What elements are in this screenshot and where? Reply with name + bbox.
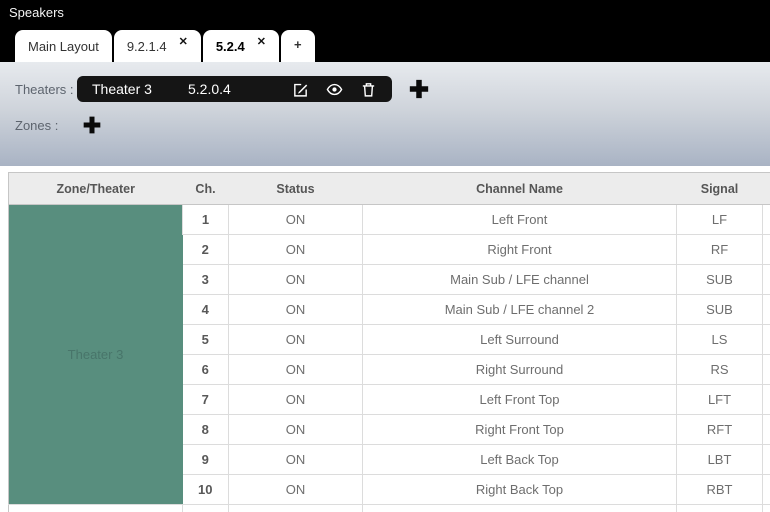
- eye-icon[interactable]: [326, 81, 343, 98]
- channels-table-area: Zone/Theater Ch. Status Channel Name Sig…: [8, 172, 770, 512]
- channel-number-cell: 6: [182, 354, 229, 385]
- channel-name-cell: Main Sub / LFE channel: [362, 264, 677, 295]
- signal-cell: SUB: [676, 294, 763, 325]
- channel-name-cell: Left Front Top: [362, 384, 677, 415]
- channel-name-cell: Main Sub / LFE channel 2: [362, 294, 677, 325]
- theaters-label: Theaters :: [15, 81, 74, 97]
- status-cell[interactable]: ON: [228, 384, 363, 415]
- status-cell[interactable]: ON: [228, 324, 363, 355]
- status-cell[interactable]: ON: [228, 264, 363, 295]
- signal-cell: RBT: [676, 474, 763, 505]
- channel-name-cell: Right Front: [362, 234, 677, 265]
- status-cell[interactable]: ON: [228, 414, 363, 445]
- channel-number-cell: 4: [182, 294, 229, 325]
- theaters-row: Theaters : Theater 3 5.2.0.4: [15, 76, 770, 102]
- signal-cell: SUB: [676, 264, 763, 295]
- cutoff-cell: [762, 234, 770, 265]
- add-theater-button[interactable]: [408, 78, 430, 100]
- zones-label: Zones :: [15, 117, 59, 133]
- close-icon[interactable]: ✕: [257, 35, 266, 48]
- status-cell[interactable]: ON: [228, 294, 363, 325]
- signal-cell: LFT: [676, 384, 763, 415]
- channel-number-cell: 10: [182, 474, 229, 505]
- col-header-status: Status: [228, 172, 363, 205]
- cutoff-cell: [762, 384, 770, 415]
- theater-pill[interactable]: Theater 3 5.2.0.4: [77, 76, 392, 102]
- col-header-channel-name: Channel Name: [362, 172, 677, 205]
- channel-number-cell: 9: [182, 444, 229, 475]
- signal-cell: RS: [676, 354, 763, 385]
- page-title: Speakers: [9, 5, 64, 20]
- cutoff-cell: [762, 414, 770, 445]
- status-cell[interactable]: ON: [228, 234, 363, 265]
- table-row: [8, 504, 770, 512]
- signal-cell: [676, 504, 763, 512]
- cutoff-cell: [762, 324, 770, 355]
- tab-5-2-4[interactable]: 5.2.4 ✕: [202, 30, 279, 62]
- table-row: Theater 3 1 ON Left Front LF: [8, 204, 770, 505]
- theater-name: Theater 3: [92, 81, 152, 97]
- channel-name-cell: Left Back Top: [362, 444, 677, 475]
- col-header-signal: Signal: [676, 172, 763, 205]
- tab-9-2-1-4[interactable]: 9.2.1.4 ✕: [113, 30, 201, 62]
- status-cell[interactable]: ON: [228, 444, 363, 475]
- channel-number-cell: 7: [182, 384, 229, 415]
- tab-main-layout[interactable]: Main Layout: [15, 30, 112, 62]
- theaters-zones-panel: Theaters : Theater 3 5.2.0.4 Zones:: [0, 62, 770, 166]
- cutoff-cell: [762, 444, 770, 475]
- zones-row: Zones :: [15, 115, 770, 135]
- tab-add[interactable]: +: [280, 30, 315, 62]
- status-cell[interactable]: ON: [228, 474, 363, 505]
- tab-bar: Main Layout 9.2.1.4 ✕ 5.2.4 ✕ +: [15, 30, 315, 62]
- tab-label: 9.2.1.4: [126, 38, 167, 54]
- channel-number-cell: 2: [182, 234, 229, 265]
- channel-name-cell: [362, 504, 677, 512]
- tab-label: Main Layout: [28, 38, 99, 54]
- trash-icon[interactable]: [360, 81, 377, 98]
- signal-cell: LS: [676, 324, 763, 355]
- cutoff-cell: [762, 204, 770, 235]
- table-header-row: Zone/Theater Ch. Status Channel Name Sig…: [8, 172, 770, 205]
- theater-layout-version: 5.2.0.4: [188, 81, 231, 97]
- status-cell[interactable]: [228, 504, 363, 512]
- channel-name-cell: Right Surround: [362, 354, 677, 385]
- theater-actions: [292, 81, 377, 98]
- signal-cell: RF: [676, 234, 763, 265]
- cutoff-cell: [762, 474, 770, 505]
- add-zone-button[interactable]: [82, 115, 102, 135]
- cutoff-cell: [762, 504, 770, 512]
- edit-icon[interactable]: [292, 81, 309, 98]
- cutoff-cell: [762, 264, 770, 295]
- col-header-channel: Ch.: [182, 172, 229, 205]
- signal-cell: LBT: [676, 444, 763, 475]
- channel-number-cell: 8: [182, 414, 229, 445]
- status-cell[interactable]: ON: [228, 204, 363, 235]
- top-bar: Speakers Main Layout 9.2.1.4 ✕ 5.2.4 ✕ +: [0, 0, 770, 62]
- status-cell[interactable]: ON: [228, 354, 363, 385]
- signal-cell: RFT: [676, 414, 763, 445]
- channel-name-cell: Left Front: [362, 204, 677, 235]
- cutoff-cell: [762, 294, 770, 325]
- channel-name-cell: Left Surround: [362, 324, 677, 355]
- channel-number-cell: 3: [182, 264, 229, 295]
- signal-cell: LF: [676, 204, 763, 235]
- close-icon[interactable]: ✕: [179, 35, 188, 48]
- tab-label: 5.2.4: [215, 38, 245, 54]
- channel-number-cell: 5: [182, 324, 229, 355]
- channel-name-cell: Right Front Top: [362, 414, 677, 445]
- channel-number-cell: [182, 504, 229, 512]
- channel-name-cell: Right Back Top: [362, 474, 677, 505]
- zone-cell-empty: [8, 504, 183, 512]
- channels-table: Zone/Theater Ch. Status Channel Name Sig…: [8, 172, 770, 512]
- channel-number-cell: 1: [182, 204, 229, 235]
- col-header-cutoff: [762, 172, 770, 205]
- col-header-zone-theater: Zone/Theater: [8, 172, 183, 205]
- zone-cell: Theater 3: [8, 204, 183, 505]
- cutoff-cell: [762, 354, 770, 385]
- add-tab-label: +: [293, 36, 302, 52]
- table-body: Theater 3 1 ON Left Front LF 2 ON Right …: [8, 204, 770, 512]
